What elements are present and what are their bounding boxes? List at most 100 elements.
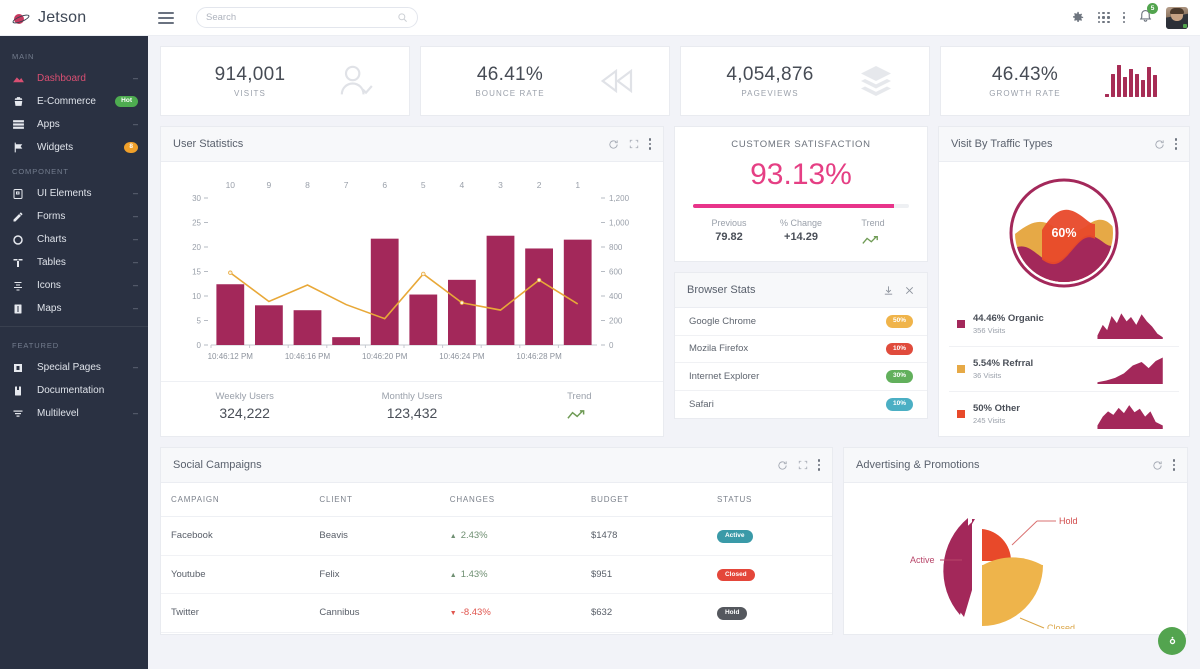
more-vertical-icon[interactable] bbox=[1175, 138, 1178, 150]
browser-percent-badge: 50% bbox=[886, 315, 913, 328]
kpi-label: PAGEVIEWS bbox=[699, 89, 841, 98]
browser-stat-row[interactable]: Google Chrome 50% bbox=[675, 308, 927, 336]
kpi-card-bounce-rate[interactable]: 46.41% BOUNCE RATE bbox=[420, 46, 670, 116]
table-row[interactable]: YoutubeFelix▲1.43%$951Closed bbox=[161, 555, 832, 594]
kpi-card-visits[interactable]: 914,001 VISITS bbox=[160, 46, 410, 116]
sidebar-item-label: Charts bbox=[37, 234, 133, 245]
svg-text:20: 20 bbox=[192, 243, 201, 252]
cell-client: Beavis bbox=[309, 517, 439, 556]
kpi-card-pageviews[interactable]: 4,054,876 PAGEVIEWS bbox=[680, 46, 930, 116]
traffic-legend-item[interactable]: 50% Other245 Visits bbox=[949, 391, 1179, 436]
svg-text:10:46:20 PM: 10:46:20 PM bbox=[362, 352, 408, 361]
sidebar-section-title: COMPONENT bbox=[0, 159, 148, 182]
ui-elements-icon bbox=[12, 188, 28, 200]
sidebar-item-multilevel[interactable]: Multilevel – bbox=[0, 402, 148, 425]
filter-icon bbox=[12, 408, 28, 420]
close-icon[interactable] bbox=[904, 285, 915, 296]
chevron-icon: – bbox=[133, 212, 138, 221]
stat-value: +14.29 bbox=[765, 231, 837, 243]
user-statistics-chart: 05101520253002004006008001,0001,20010987… bbox=[161, 162, 663, 381]
browser-name: Google Chrome bbox=[689, 316, 756, 327]
legend-texts: 44.46% Organic356 Visits bbox=[973, 313, 1093, 335]
table-row[interactable]: TwitterCannibus▼-8.43%$632Hold bbox=[161, 594, 832, 633]
sidebar-item-e-commerce[interactable]: E-Commerce Hot bbox=[0, 90, 148, 113]
browser-percent-badge: 10% bbox=[886, 398, 913, 411]
sidebar-item-icons[interactable]: Icons – bbox=[0, 274, 148, 297]
sidebar-toggle-icon[interactable] bbox=[154, 8, 178, 28]
traffic-types-card: Visit By Traffic Types bbox=[938, 126, 1190, 437]
search-input[interactable] bbox=[206, 12, 397, 23]
pie-label-closed: Closed bbox=[1047, 623, 1075, 629]
user-check-icon bbox=[336, 61, 376, 101]
card-header: Visit By Traffic Types bbox=[939, 127, 1189, 162]
middle-row: User Statistics 051015202530020040060080… bbox=[160, 126, 1190, 437]
browser-stat-row[interactable]: Internet Explorer30% bbox=[675, 363, 927, 391]
sidebar-item-maps[interactable]: Maps – bbox=[0, 297, 148, 320]
campaigns-table: CAMPAIGNCLIENTCHANGESBUDGETSTATUS Facebo… bbox=[161, 483, 832, 633]
expand-icon[interactable] bbox=[629, 139, 639, 149]
svg-text:10:46:24 PM: 10:46:24 PM bbox=[439, 352, 485, 361]
special-pages-icon bbox=[12, 362, 28, 374]
download-icon[interactable] bbox=[883, 285, 894, 296]
svg-text:3: 3 bbox=[498, 180, 503, 190]
notifications-button[interactable]: 5 bbox=[1138, 8, 1153, 28]
search-box[interactable] bbox=[196, 7, 418, 28]
browser-stat-row[interactable]: Mozila Firefox10% bbox=[675, 336, 927, 364]
footer-label: Weekly Users bbox=[161, 391, 328, 402]
more-vertical-icon[interactable] bbox=[649, 138, 652, 150]
refresh-icon[interactable] bbox=[1154, 139, 1165, 150]
kpi-card-growth-rate[interactable]: 46.43% GROWTH RATE bbox=[940, 46, 1190, 116]
more-vertical-icon[interactable] bbox=[818, 459, 821, 471]
more-vertical-icon[interactable] bbox=[1123, 12, 1126, 24]
legend-sparkline-icon bbox=[1093, 354, 1169, 384]
sidebar-item-label: Maps bbox=[37, 303, 133, 314]
table-row[interactable]: FacebookBeavis▲2.43%$1478Active bbox=[161, 517, 832, 556]
svg-text:10:46:28 PM: 10:46:28 PM bbox=[516, 352, 562, 361]
cell-budget: $951 bbox=[581, 555, 707, 594]
more-vertical-icon[interactable] bbox=[1173, 459, 1176, 471]
svg-text:800: 800 bbox=[609, 243, 623, 252]
satisfaction-title: CUSTOMER SATISFACTION bbox=[693, 139, 909, 150]
sidebar-item-dashboard[interactable]: Dashboard – bbox=[0, 67, 148, 90]
refresh-icon[interactable] bbox=[608, 139, 619, 150]
sidebar-item-widgets[interactable]: Widgets 8 bbox=[0, 136, 148, 159]
traffic-legend-item[interactable]: 44.46% Organic356 Visits bbox=[949, 302, 1179, 346]
svg-text:6: 6 bbox=[382, 180, 387, 190]
sidebar-item-documentation[interactable]: Documentation bbox=[0, 379, 148, 402]
apps-grid-icon[interactable] bbox=[1098, 12, 1110, 24]
footer-label: Trend bbox=[496, 391, 663, 402]
sidebar-item-charts[interactable]: Charts – bbox=[0, 228, 148, 251]
brand[interactable]: Jetson bbox=[0, 9, 148, 27]
card-title: Social Campaigns bbox=[173, 459, 777, 471]
trend-up-icon bbox=[862, 235, 884, 246]
book-icon bbox=[12, 385, 28, 397]
sidebar-item-tables[interactable]: Tables – bbox=[0, 251, 148, 274]
expand-icon[interactable] bbox=[798, 460, 808, 470]
sidebar-item-apps[interactable]: Apps – bbox=[0, 113, 148, 136]
sidebar-item-label: Widgets bbox=[37, 142, 124, 153]
sidebar-item-ui-elements[interactable]: UI Elements – bbox=[0, 182, 148, 205]
change-value: 1.43% bbox=[461, 569, 488, 580]
user-avatar[interactable] bbox=[1166, 7, 1188, 29]
settings-fab-button[interactable] bbox=[1158, 627, 1186, 655]
customer-satisfaction-card: CUSTOMER SATISFACTION 93.13% Previous 79… bbox=[674, 126, 928, 262]
browser-percent-badge: 30% bbox=[886, 370, 913, 383]
icons-icon bbox=[12, 280, 28, 292]
svg-text:10:46:16 PM: 10:46:16 PM bbox=[285, 352, 331, 361]
kpi-label: GROWTH RATE bbox=[959, 89, 1091, 98]
satisfaction-change: % Change +14.29 bbox=[765, 218, 837, 251]
svg-text:1,000: 1,000 bbox=[609, 219, 630, 228]
refresh-icon[interactable] bbox=[777, 460, 788, 471]
browser-name: Safari bbox=[689, 399, 714, 410]
refresh-icon[interactable] bbox=[1152, 460, 1163, 471]
sidebar-item-forms[interactable]: Forms – bbox=[0, 205, 148, 228]
table-header-row: CAMPAIGNCLIENTCHANGESBUDGETSTATUS bbox=[161, 483, 832, 517]
browser-stat-row[interactable]: Safari 10% bbox=[675, 391, 927, 419]
cell-campaign: Twitter bbox=[161, 594, 309, 633]
sidebar-item-label: UI Elements bbox=[37, 188, 133, 199]
sidebar-item-special-pages[interactable]: Special Pages – bbox=[0, 356, 148, 379]
gear-icon[interactable] bbox=[1070, 10, 1085, 25]
chevron-icon: – bbox=[133, 409, 138, 418]
traffic-legend-item[interactable]: 5.54% Refrral36 Visits bbox=[949, 346, 1179, 391]
chevron-icon: – bbox=[133, 281, 138, 290]
